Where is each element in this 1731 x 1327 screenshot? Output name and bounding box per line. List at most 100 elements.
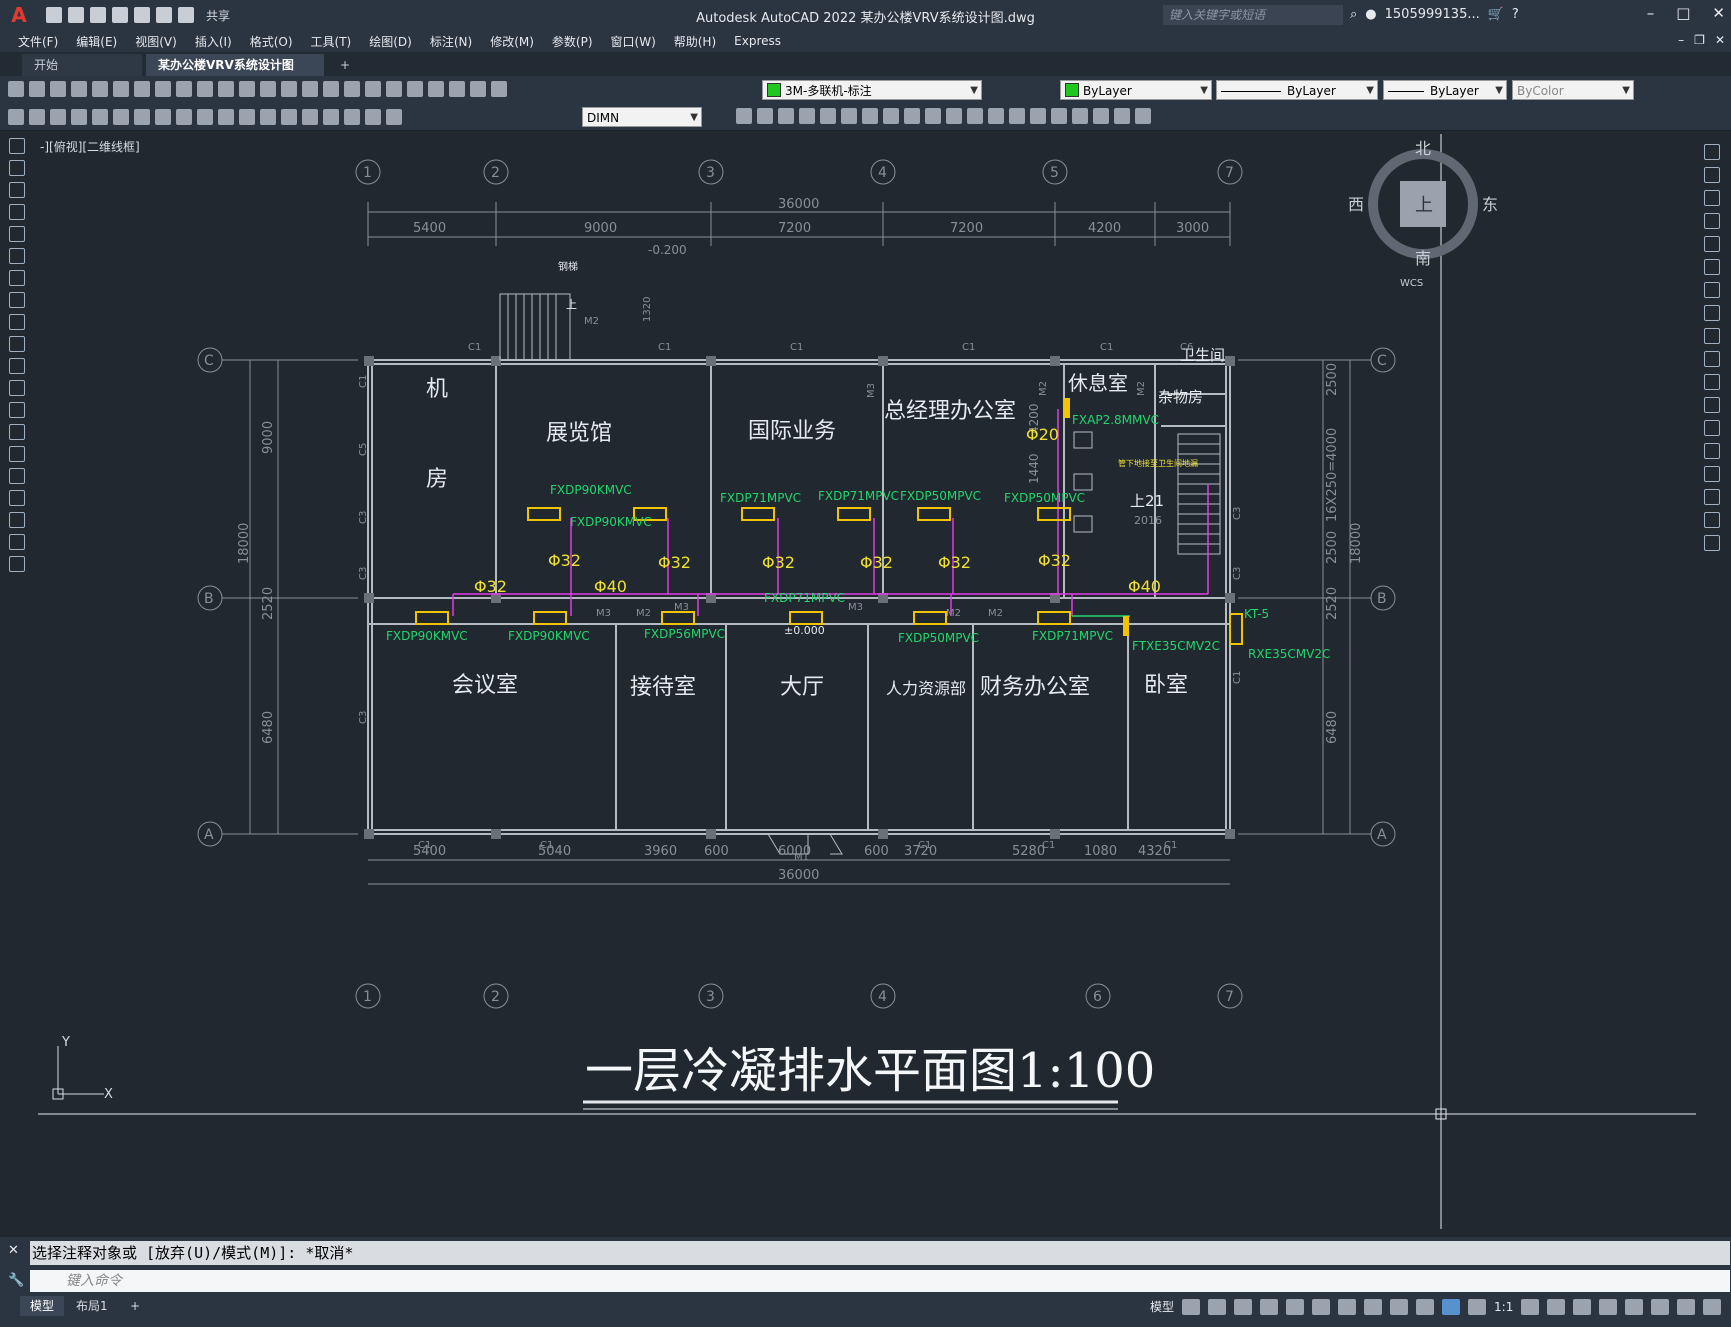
tb-tolerance-icon[interactable] <box>260 109 276 125</box>
tb-revolve-icon[interactable] <box>841 108 857 124</box>
tb-3d-icon[interactable] <box>736 108 752 124</box>
xline-icon[interactable] <box>9 160 25 176</box>
close-icon[interactable]: ✕ <box>8 1243 19 1258</box>
copy-icon[interactable] <box>1704 167 1720 183</box>
tb-dimedit-icon[interactable] <box>344 109 360 125</box>
tb-new-icon[interactable] <box>8 81 24 97</box>
isolate-icon[interactable] <box>1625 1298 1644 1315</box>
stretch-icon[interactable] <box>1704 328 1720 344</box>
tb-matchprop-icon[interactable] <box>197 81 213 97</box>
tb-linear-dim-icon[interactable] <box>8 109 24 125</box>
fillet-icon[interactable] <box>1704 489 1720 505</box>
rectangle-icon[interactable] <box>9 226 25 242</box>
tb-redo-icon[interactable] <box>239 81 255 97</box>
tb-zoom-prev-icon[interactable] <box>323 81 339 97</box>
tb-continue-icon[interactable] <box>197 109 213 125</box>
tb-diameter-icon[interactable] <box>113 109 129 125</box>
menu-format[interactable]: 格式(O) <box>250 33 293 50</box>
tb-properties-icon[interactable] <box>344 81 360 97</box>
search-icon[interactable]: ⌕ <box>1350 7 1357 22</box>
doc-restore-button[interactable]: ❐ <box>1694 33 1705 47</box>
tb-walk-icon[interactable] <box>1009 108 1025 124</box>
new-tab-button[interactable]: + <box>334 54 358 76</box>
join-icon[interactable] <box>1704 443 1720 459</box>
tb-union-icon[interactable] <box>757 108 773 124</box>
osnap-track-icon[interactable] <box>1364 1298 1383 1315</box>
tb-arc-dim-icon[interactable] <box>50 109 66 125</box>
array-icon[interactable] <box>1704 236 1720 252</box>
undo-icon[interactable] <box>156 7 172 23</box>
tb-section-icon[interactable] <box>883 108 899 124</box>
doc-minimize-button[interactable]: – <box>1678 33 1684 47</box>
save-as-icon[interactable] <box>112 7 128 23</box>
blend-icon[interactable] <box>1704 512 1720 528</box>
tb-sheetset-icon[interactable] <box>407 81 423 97</box>
move-icon[interactable] <box>1704 259 1720 275</box>
new-icon[interactable] <box>46 7 62 23</box>
arc-icon[interactable] <box>9 248 25 264</box>
tb-cut-icon[interactable] <box>134 81 150 97</box>
wrench-icon[interactable]: 🔧 <box>8 1273 24 1288</box>
rotate-icon[interactable] <box>1704 282 1720 298</box>
tb-lightbulb-icon[interactable] <box>491 81 507 97</box>
tb-camera-icon[interactable] <box>988 108 1004 124</box>
polyline-icon[interactable] <box>9 182 25 198</box>
infer-icon[interactable] <box>1234 1298 1253 1315</box>
help-icon[interactable]: ? <box>1512 7 1519 22</box>
redo-icon[interactable] <box>178 7 194 23</box>
app-menu-button[interactable]: A <box>6 2 32 28</box>
tb-save-icon[interactable] <box>50 81 66 97</box>
grid-icon[interactable] <box>1182 1298 1201 1315</box>
tb-center-icon[interactable] <box>281 109 297 125</box>
lineweight-icon[interactable] <box>1416 1298 1435 1315</box>
menu-help[interactable]: 帮助(H) <box>674 33 716 50</box>
tb-break-icon[interactable] <box>239 109 255 125</box>
units-icon[interactable] <box>1573 1298 1592 1315</box>
menu-insert[interactable]: 插入(I) <box>195 33 232 50</box>
revcloud-icon[interactable] <box>9 292 25 308</box>
tb-inspect-icon[interactable] <box>302 109 318 125</box>
close-button[interactable]: ✕ <box>1712 4 1725 22</box>
tb-interfere-icon[interactable] <box>904 108 920 124</box>
share-button[interactable]: 共享 <box>206 7 230 24</box>
tb-jogged-icon[interactable] <box>323 109 339 125</box>
tb-material-icon[interactable] <box>946 108 962 124</box>
tb-paste-icon[interactable] <box>176 81 192 97</box>
tb-quickdim-icon[interactable] <box>155 109 171 125</box>
table-icon[interactable] <box>9 512 25 528</box>
menu-parametric[interactable]: 参数(P) <box>552 33 593 50</box>
cart-icon[interactable]: 🛒 <box>1488 7 1504 22</box>
isodraft-icon[interactable] <box>1338 1298 1357 1315</box>
save-icon[interactable] <box>90 7 106 23</box>
search-input[interactable]: 键入关键字或短语 <box>1163 5 1343 25</box>
tb-help-icon[interactable] <box>449 81 465 97</box>
mtext-icon[interactable] <box>9 534 25 550</box>
menu-draw[interactable]: 绘图(D) <box>369 33 412 50</box>
explode-icon[interactable] <box>1704 535 1720 551</box>
tb-ordinate-icon[interactable] <box>71 109 87 125</box>
tb-toolpalette-icon[interactable] <box>386 81 402 97</box>
clean-screen-icon[interactable] <box>1677 1298 1696 1315</box>
tb-space-icon[interactable] <box>218 109 234 125</box>
hatch-icon[interactable] <box>9 446 25 462</box>
menu-window[interactable]: 窗口(W) <box>611 33 656 50</box>
viewport-controls[interactable]: -][俯视][二维线框] <box>40 138 140 155</box>
insert-block-icon[interactable] <box>9 380 25 396</box>
annotation-scale[interactable]: 1:1 <box>1494 1300 1513 1314</box>
maximize-button[interactable]: □ <box>1676 4 1690 22</box>
tb-zoom-window-icon[interactable] <box>302 81 318 97</box>
layout-tab-1[interactable]: 布局1 <box>66 1296 118 1316</box>
dynamic-input-icon[interactable] <box>1260 1298 1279 1315</box>
tb-dimupdate-icon[interactable] <box>386 109 402 125</box>
menu-dimension[interactable]: 标注(N) <box>430 33 472 50</box>
layer-select[interactable]: 3M-多联机-标注 ▼ <box>762 80 982 100</box>
command-input[interactable]: 键入命令 <box>30 1270 1730 1292</box>
tb-dimtedit-icon[interactable] <box>365 109 381 125</box>
gradient-icon[interactable] <box>9 468 25 484</box>
chamfer-icon[interactable] <box>1704 466 1720 482</box>
tb-visualstyle-icon[interactable] <box>1051 108 1067 124</box>
tb-intersect-icon[interactable] <box>799 108 815 124</box>
tb-aligned-dim-icon[interactable] <box>29 109 45 125</box>
break-icon[interactable] <box>1704 420 1720 436</box>
lineweight-select[interactable]: ByLayer ▼ <box>1383 80 1507 100</box>
